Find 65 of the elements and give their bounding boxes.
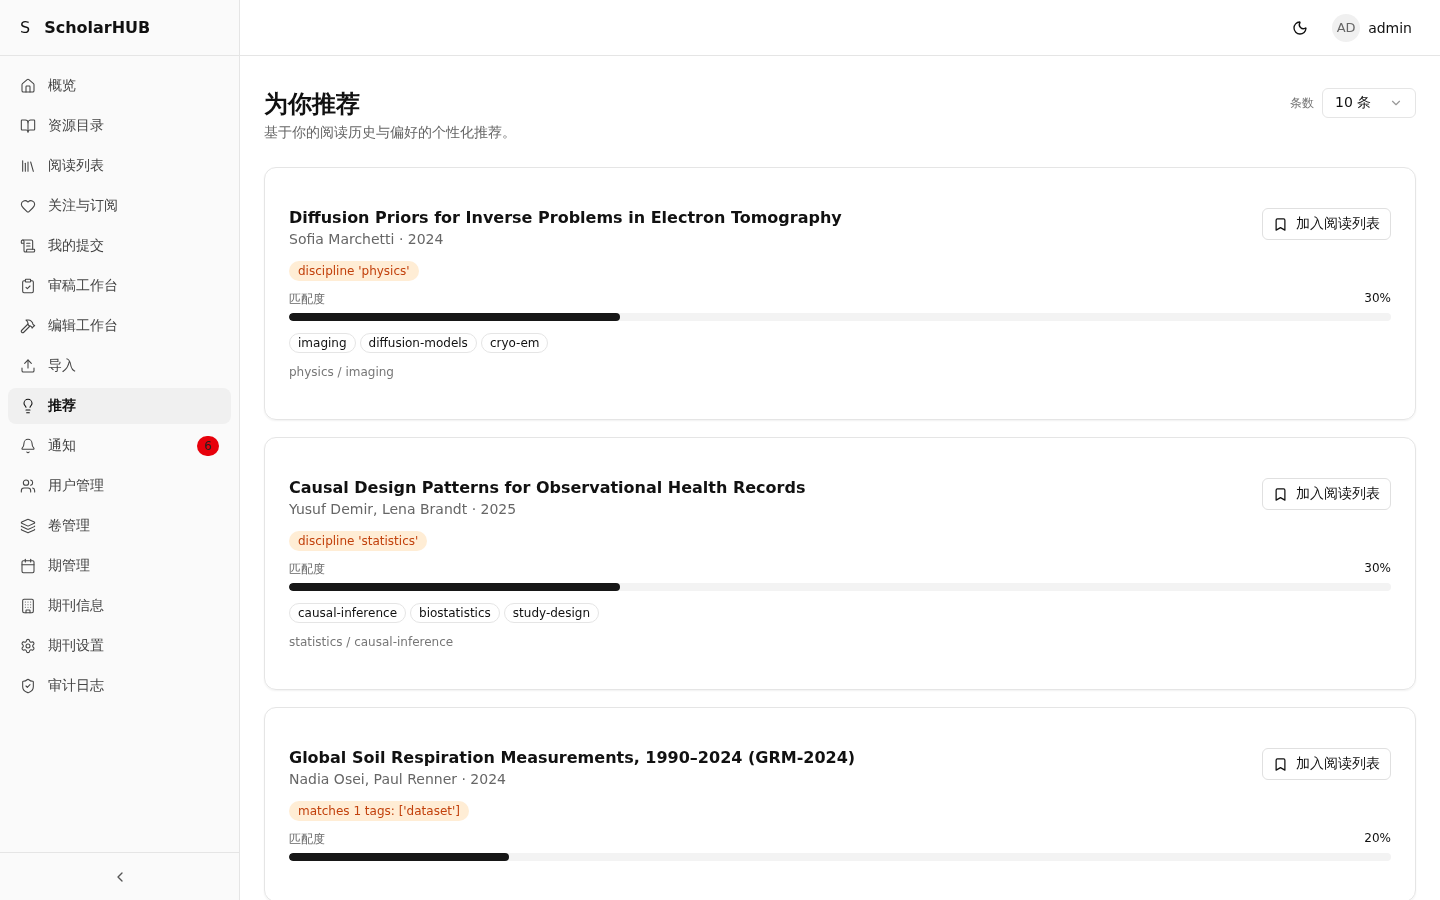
settings-icon bbox=[20, 638, 36, 654]
discipline-path: statistics / causal-inference bbox=[289, 635, 455, 649]
paper-title[interactable]: Diffusion Priors for Inverse Problems in Electron Tomography bbox=[289, 208, 842, 227]
home-icon bbox=[20, 78, 36, 94]
match-percent: 20% bbox=[1364, 831, 1391, 847]
bookmark-icon bbox=[1273, 756, 1288, 772]
notification-badge: 6 bbox=[197, 436, 219, 456]
moon-icon[interactable] bbox=[1292, 19, 1309, 36]
match-label: 匹配度 bbox=[289, 291, 325, 308]
count-label: 条数 bbox=[1290, 94, 1314, 112]
paper-meta: Yusuf Demir, Lena Brandt · 2025 bbox=[289, 501, 518, 517]
nav-item[interactable]: 编辑工作台 bbox=[8, 308, 231, 344]
add-to-reading-list-button[interactable]: 加入阅读列表 bbox=[1262, 748, 1391, 780]
match-percent: 30% bbox=[1364, 561, 1391, 577]
nav-item[interactable]: 关注与订阅 bbox=[8, 188, 231, 224]
shield-check-icon bbox=[20, 678, 36, 694]
brand-logo: S bbox=[20, 18, 31, 37]
match-percent: 30% bbox=[1364, 291, 1391, 307]
reason-tag: discipline 'statistics' bbox=[289, 531, 428, 551]
hammer-icon bbox=[20, 318, 36, 334]
nav-item[interactable]: 概览 bbox=[8, 68, 231, 104]
nav-item[interactable]: 审稿工作台 bbox=[8, 268, 231, 304]
layers-icon bbox=[20, 518, 36, 534]
library-icon bbox=[20, 158, 36, 174]
reason-tag: matches 1 tags: ['dataset'] bbox=[289, 801, 469, 821]
add-to-reading-list-button[interactable]: 加入阅读列表 bbox=[1262, 208, 1391, 240]
nav-item[interactable]: 用户管理 bbox=[8, 468, 231, 504]
discipline-path: physics / imaging bbox=[289, 365, 395, 379]
count-select[interactable]: 10 条 bbox=[1322, 88, 1416, 118]
nav-item[interactable]: 我的提交 bbox=[8, 228, 231, 264]
paper-meta: Sofia Marchetti · 2024 bbox=[289, 231, 445, 247]
bell-icon bbox=[20, 438, 36, 454]
book-icon bbox=[20, 118, 36, 134]
clipboard-check-icon bbox=[20, 278, 36, 294]
lightbulb-icon bbox=[20, 398, 36, 414]
building-icon bbox=[20, 598, 36, 614]
scroll-icon bbox=[20, 238, 36, 254]
nav-item[interactable]: 期管理 bbox=[8, 548, 231, 584]
paper-title[interactable]: Global Soil Respiration Measurements, 1990–2024 (GRM-2024) bbox=[289, 748, 856, 767]
paper-title[interactable]: Causal Design Patterns for Observational Health Records bbox=[289, 478, 806, 497]
upload-icon bbox=[20, 358, 36, 374]
paper-meta: Nadia Osei, Paul Renner · 2024 bbox=[289, 771, 507, 787]
match-label: 匹配度 bbox=[289, 561, 325, 578]
nav-item[interactable]: 阅读列表 bbox=[8, 148, 231, 184]
match-label: 匹配度 bbox=[289, 831, 325, 848]
page-subtitle: 基于你的阅读历史与偏好的个性化推荐。 bbox=[264, 124, 516, 142]
user-avatar[interactable]: AD bbox=[1332, 13, 1361, 42]
user-name[interactable]: admin bbox=[1368, 19, 1412, 36]
reason-tag: discipline 'physics' bbox=[289, 261, 419, 281]
nav-item[interactable]: 期刊设置 bbox=[8, 628, 231, 664]
nav-item[interactable]: 通知 6 bbox=[8, 428, 231, 464]
nav-item[interactable]: 期刊信息 bbox=[8, 588, 231, 624]
page-title: 为你推荐 bbox=[264, 89, 361, 120]
brand-name: ScholarHUB bbox=[44, 18, 151, 37]
calendar-icon bbox=[20, 558, 36, 574]
add-to-reading-list-button[interactable]: 加入阅读列表 bbox=[1262, 478, 1391, 510]
nav-item[interactable]: 卷管理 bbox=[8, 508, 231, 544]
nav-item[interactable]: 导入 bbox=[8, 348, 231, 384]
nav-item[interactable]: 审计日志 bbox=[8, 668, 231, 704]
nav-item[interactable]: 资源目录 bbox=[8, 108, 231, 144]
heart-icon bbox=[20, 198, 36, 214]
nav-item[interactable]: 推荐 bbox=[8, 388, 231, 424]
bookmark-icon bbox=[1273, 486, 1288, 502]
users-icon bbox=[20, 478, 36, 494]
bookmark-icon bbox=[1273, 216, 1288, 232]
